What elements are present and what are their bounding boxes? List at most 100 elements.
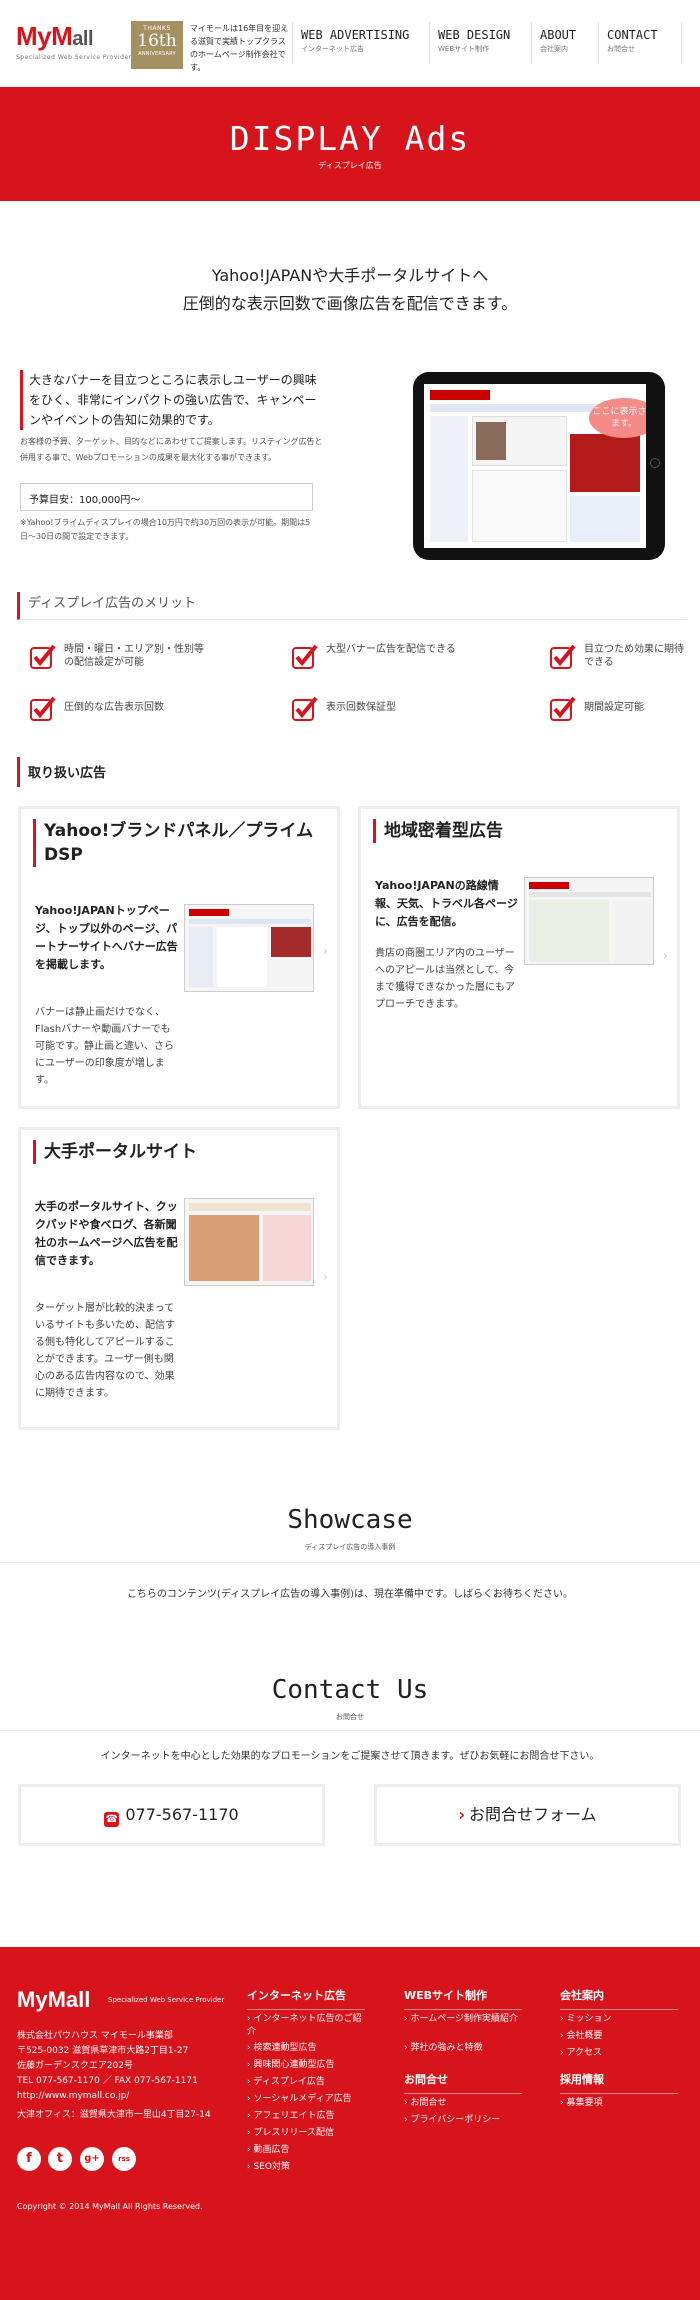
nav-about[interactable]: ABOUT 会社案内 [531, 22, 593, 64]
product-card-local-ads[interactable]: 地域密着型広告 Yahoo!JAPANの路線情報、天気、トラベル各ページに、広告… [358, 806, 680, 1109]
footer-col-heading: 採用情報 [560, 2071, 678, 2094]
footer-link[interactable]: › ミッション [560, 2013, 611, 2026]
site-footer: MyMall Specialized Web Service Provider … [0, 1947, 700, 2300]
mock-side-links [570, 496, 640, 542]
check-icon [292, 644, 318, 669]
anniversary-badge: THANKS 16th ANNIVERSARY [131, 21, 183, 69]
check-icon [30, 696, 56, 721]
lead-text: Yahoo!JAPANや大手ポータルサイトへ 圧倒的な表示回数で画像広告を配信で… [182, 266, 518, 313]
showcase-subtitle: ディスプレイ広告の導入事例 [304, 1543, 396, 1551]
company-intro-text: マイモールは16年目を迎える滋賀で実績トップクラスのホームページ制作会社です。 [190, 24, 289, 72]
mock-display-ad [570, 434, 640, 492]
mock-photo [476, 422, 506, 460]
logo-tagline: Specialized Web Service Provider [16, 54, 132, 61]
footer-link[interactable]: › アクセス [560, 2047, 602, 2060]
contact-title: Contact Us [271, 1675, 429, 1705]
footer-link[interactable]: › ソーシャルメディア広告 [247, 2093, 352, 2106]
product-card-yahoo-brand-panel[interactable]: Yahoo!ブランドパネル／プライムDSP Yahoo!JAPANトップページ、… [18, 806, 340, 1109]
merit-item: 時間・曜日・エリア別・性別等の配信設定が可能 [30, 643, 210, 673]
page-subtitle: ディスプレイ広告 [318, 161, 382, 170]
footer-link[interactable]: › プレスリリース配信 [247, 2127, 334, 2140]
intro-headline: 大きなバナーを目立つところに表示しユーザーの興味をひく、非常にインパクトの強い広… [20, 370, 320, 430]
mock-sidebar [430, 416, 468, 542]
footer-link[interactable]: › インターネット広告のご紹介 [247, 2013, 365, 2039]
contact-form-button[interactable]: › お問合せフォーム [374, 1784, 681, 1846]
tablet-screen: ここに表示されます。 [424, 384, 646, 548]
hero-banner: DISPLAY Ads ディスプレイ広告 [0, 87, 700, 201]
merit-item: 期間設定可能 [550, 695, 690, 725]
chevron-right-icon: › [663, 949, 668, 963]
footer-link[interactable]: › アフェリエイト広告 [247, 2110, 334, 2123]
merits-heading: ディスプレイ広告のメリット [17, 592, 687, 620]
twitter-icon[interactable]: t [48, 2147, 72, 2171]
footer-link[interactable]: › お問合せ [404, 2097, 446, 2110]
product-card-portal-sites[interactable]: 大手ポータルサイト 大手のポータルサイト、クックパッドや食べログ、各新聞社のホー… [18, 1127, 340, 1430]
contact-note: インターネットを中心とした効果的なプロモーションをご提案させて頂きます。ぜひお気… [100, 1751, 600, 1762]
nav-contact[interactable]: CONTACT お問合せ [598, 22, 682, 64]
showcase-note: こちらのコンテンツ(ディスプレイ広告の導入事例)は、現在準備中です。しばらくお待… [126, 1589, 574, 1600]
footer-link[interactable]: › 動画広告 [247, 2144, 289, 2157]
card-desc: 貴店の商圏エリア内のユーザーへのアピールは当然として、今まで獲得できなかった層に… [375, 948, 515, 1010]
chevron-right-icon: › [323, 944, 328, 958]
card-desc: ターゲット層が比較的決まっているサイトも多いため、配信する側も特化してアピールす… [35, 1303, 175, 1399]
site-logo[interactable]: MyMall Specialized Web Service Provider [16, 22, 132, 61]
company-address: 株式会社パウハウス マイモール事業部 〒525-0032 滋賀県草津市大路2丁目… [17, 2031, 211, 2120]
footer-link[interactable]: › 興味関心連動型広告 [247, 2059, 334, 2072]
ad-position-bubble: ここに表示されます。 [589, 398, 646, 438]
footer-link[interactable]: › 募集要項 [560, 2097, 602, 2110]
footer-logo-tagline: Specialized Web Service Provider [108, 1996, 225, 2004]
divider [0, 1562, 700, 1563]
card-title: 大手ポータルサイト [33, 1140, 323, 1164]
merit-item: 圧倒的な広告表示回数 [30, 695, 210, 725]
card-screenshot [524, 877, 654, 965]
card-title: Yahoo!ブランドパネル／プライムDSP [33, 819, 323, 867]
rss-icon[interactable]: rss [112, 2147, 136, 2171]
products-heading: 取り扱い広告 [17, 757, 687, 787]
footer-link[interactable]: › プライバシーポリシー [404, 2114, 500, 2127]
site-logo-mock [430, 390, 490, 400]
tablet-home-button [650, 458, 660, 468]
footer-link[interactable]: › 会社概要 [560, 2030, 602, 2043]
phone-icon: ☎ [104, 1812, 120, 1827]
footer-col-heading: インターネット広告 [247, 1987, 365, 2010]
nav-web-design[interactable]: WEB DESIGN WEBサイト制作 [429, 22, 522, 64]
showcase-title: Showcase [287, 1505, 413, 1535]
chevron-right-icon: › [323, 1270, 328, 1284]
page-title: DISPLAY Ads [229, 119, 471, 158]
divider [0, 1730, 700, 1731]
card-lead: Yahoo!JAPANトップページ、トップ以外のページ、パートナーサイトへバナー… [35, 904, 178, 971]
footer-link[interactable]: › ディスプレイ広告 [247, 2076, 325, 2089]
footer-link[interactable]: › ホームページ制作実績紹介 [404, 2013, 522, 2026]
check-icon [550, 644, 576, 669]
check-icon [30, 644, 56, 669]
merit-item: 目立つため効果に期待できる [550, 643, 690, 673]
card-desc: バナーは静止画だけでなく、Flashバナーや動画バナーでも可能です。静止画と違い… [35, 1007, 174, 1086]
footer-col-heading: お問合せ [404, 2071, 522, 2094]
footer-link[interactable]: › 弊社の強みと特徴 [404, 2042, 482, 2055]
copyright: Copyright © 2014 MyMall All Rights Reser… [17, 2202, 203, 2211]
phone-button[interactable]: ☎ 077-567-1170 [18, 1784, 325, 1846]
merit-item: 大型バナー広告を配信できる [292, 643, 472, 673]
footer-logo[interactable]: MyMall [17, 1987, 90, 2013]
tablet-illustration: ここに表示されます。 [413, 372, 665, 560]
footer-link[interactable]: › 検索連動型広告 [247, 2042, 316, 2055]
budget-box: 予算目安：100,000円〜 [20, 483, 313, 511]
check-icon [292, 696, 318, 721]
card-screenshot [184, 904, 314, 992]
check-icon [550, 696, 576, 721]
budget-note: ※Yahoo!ブライムディスプレイの場合10万円で約30万回の表示が可能。期間は… [20, 518, 311, 541]
footer-col-heading: 会社案内 [560, 1987, 678, 2010]
card-lead: Yahoo!JAPANの路線情報、天気、トラベル各ページに、広告を配信。 [375, 879, 518, 928]
card-lead: 大手のポータルサイト、クックパッドや食べログ、各新聞社のホームページへ広告を配信… [35, 1200, 178, 1267]
mock-content [472, 470, 567, 542]
logo-wordmark: MyMall [16, 21, 94, 51]
footer-col-heading: WEBサイト制作 [404, 1987, 522, 2010]
contact-subtitle: お問合せ [336, 1713, 364, 1721]
card-screenshot [184, 1198, 314, 1286]
footer-link[interactable]: › SEO対策 [247, 2161, 290, 2174]
nav-web-advertising[interactable]: WEB ADVERTISING インターネット広告 [292, 22, 414, 64]
google-plus-icon[interactable]: g+ [80, 2147, 104, 2171]
intro-note: お客様の予算、ターゲット、目的などにあわせてご提案します。リスティング広告と併用… [20, 437, 323, 462]
facebook-icon[interactable]: f [17, 2147, 41, 2171]
chevron-right-icon: › [458, 1805, 466, 1824]
